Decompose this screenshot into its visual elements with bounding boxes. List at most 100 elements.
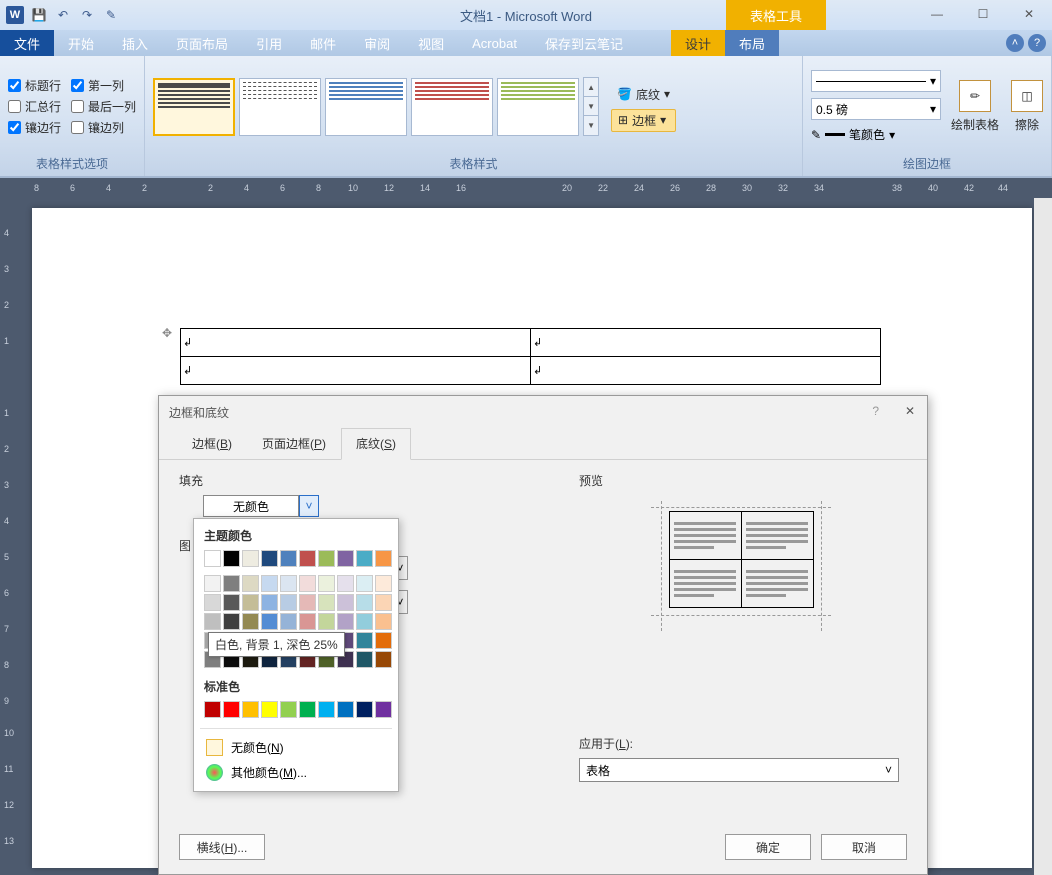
tab-references[interactable]: 引用	[242, 30, 296, 56]
chevron-down-icon[interactable]: ˅	[299, 495, 319, 517]
color-swatch[interactable]	[204, 594, 221, 611]
color-swatch[interactable]	[261, 594, 278, 611]
tab-table-layout[interactable]: 布局	[725, 30, 779, 56]
color-swatch[interactable]	[223, 550, 240, 567]
dlg-tab-borders[interactable]: 边框(B)	[177, 428, 247, 459]
color-swatch[interactable]	[223, 594, 240, 611]
cb-banded-row[interactable]: 镶边行	[8, 119, 61, 136]
horizontal-line-button[interactable]: 横线(H)...	[179, 834, 265, 860]
apply-combo[interactable]: 表格˅	[579, 758, 899, 782]
color-swatch[interactable]	[299, 701, 316, 718]
color-swatch[interactable]	[223, 575, 240, 592]
color-swatch[interactable]	[204, 550, 221, 567]
cancel-button[interactable]: 取消	[821, 834, 907, 860]
color-swatch[interactable]	[375, 613, 392, 630]
tab-home[interactable]: 开始	[54, 30, 108, 56]
table-style-thumb[interactable]	[153, 78, 235, 136]
dlg-tab-shading[interactable]: 底纹(S)	[341, 428, 411, 460]
more-colors-item[interactable]: 其他颜色(M)...	[200, 760, 392, 785]
cb-banded-col[interactable]: 镶边列	[71, 119, 136, 136]
tab-review[interactable]: 审阅	[350, 30, 404, 56]
color-swatch[interactable]	[261, 701, 278, 718]
color-swatch[interactable]	[318, 550, 335, 567]
color-swatch[interactable]	[318, 613, 335, 630]
gallery-up-icon[interactable]: ▲	[584, 78, 598, 97]
minimize-ribbon-icon[interactable]: ˄	[1006, 34, 1024, 52]
dlg-tab-page-border[interactable]: 页面边框(P)	[247, 428, 341, 459]
document-table[interactable]: ↲↲ ↲↲	[180, 328, 881, 385]
borders-button[interactable]: ⊞ 边框 ▾	[611, 109, 676, 132]
no-color-item[interactable]: 无颜色(N)	[200, 735, 392, 760]
color-swatch[interactable]	[337, 613, 354, 630]
help-icon[interactable]: ?	[1028, 34, 1046, 52]
color-swatch[interactable]	[280, 701, 297, 718]
color-swatch[interactable]	[280, 550, 297, 567]
minimize-button[interactable]: —	[914, 0, 960, 28]
color-swatch[interactable]	[375, 632, 392, 649]
color-swatch[interactable]	[375, 550, 392, 567]
tab-acrobat[interactable]: Acrobat	[458, 30, 531, 56]
color-swatch[interactable]	[280, 575, 297, 592]
color-swatch[interactable]	[223, 701, 240, 718]
color-swatch[interactable]	[375, 594, 392, 611]
ok-button[interactable]: 确定	[725, 834, 811, 860]
table-style-thumb[interactable]	[325, 78, 407, 136]
redo-icon[interactable]: ↷	[76, 4, 98, 26]
color-swatch[interactable]	[375, 575, 392, 592]
close-button[interactable]: ✕	[1006, 0, 1052, 28]
color-swatch[interactable]	[356, 701, 373, 718]
tab-cloud[interactable]: 保存到云笔记	[531, 30, 637, 56]
ruler-vertical[interactable]: 4321 1234 5678 9101112 13	[0, 198, 22, 875]
color-swatch[interactable]	[375, 651, 392, 668]
color-swatch[interactable]	[261, 575, 278, 592]
shading-button[interactable]: 🪣 底纹 ▾	[611, 84, 676, 105]
color-swatch[interactable]	[337, 701, 354, 718]
tab-view[interactable]: 视图	[404, 30, 458, 56]
scrollbar-vertical[interactable]	[1034, 198, 1052, 875]
line-style-combo[interactable]: ▾	[811, 70, 941, 92]
color-swatch[interactable]	[356, 613, 373, 630]
table-style-thumb[interactable]	[497, 78, 579, 136]
color-swatch[interactable]	[223, 613, 240, 630]
color-swatch[interactable]	[337, 550, 354, 567]
color-swatch[interactable]	[356, 550, 373, 567]
maximize-button[interactable]: ☐	[960, 0, 1006, 28]
gallery-down-icon[interactable]: ▼	[584, 97, 598, 116]
cb-header-row[interactable]: 标题行	[8, 77, 61, 94]
gallery-scroll[interactable]: ▲ ▼ ▼	[583, 77, 599, 136]
color-swatch[interactable]	[318, 575, 335, 592]
color-swatch[interactable]	[337, 575, 354, 592]
cb-total-row[interactable]: 汇总行	[8, 98, 61, 115]
color-swatch[interactable]	[337, 594, 354, 611]
tab-page-layout[interactable]: 页面布局	[162, 30, 242, 56]
tab-insert[interactable]: 插入	[108, 30, 162, 56]
eraser-button[interactable]: ◫ 擦除	[1011, 80, 1043, 133]
color-swatch[interactable]	[204, 575, 221, 592]
tab-file[interactable]: 文件	[0, 30, 54, 56]
brush-icon[interactable]: ✎	[100, 4, 122, 26]
gallery-more-icon[interactable]: ▼	[584, 116, 598, 135]
draw-table-button[interactable]: ✏ 绘制表格	[951, 80, 999, 133]
color-swatch[interactable]	[356, 575, 373, 592]
color-swatch[interactable]	[375, 701, 392, 718]
cb-first-col[interactable]: 第一列	[71, 77, 136, 94]
color-swatch[interactable]	[299, 594, 316, 611]
color-swatch[interactable]	[280, 613, 297, 630]
color-swatch[interactable]	[318, 594, 335, 611]
dialog-close-icon[interactable]: ✕	[905, 404, 915, 418]
color-swatch[interactable]	[242, 550, 259, 567]
color-swatch[interactable]	[242, 575, 259, 592]
table-move-handle-icon[interactable]: ✥	[162, 326, 172, 340]
color-swatch[interactable]	[261, 613, 278, 630]
color-swatch[interactable]	[280, 594, 297, 611]
table-style-thumb[interactable]	[411, 78, 493, 136]
color-swatch[interactable]	[242, 613, 259, 630]
undo-icon[interactable]: ↶	[52, 4, 74, 26]
color-swatch[interactable]	[204, 613, 221, 630]
pen-color-button[interactable]: ✎ 笔颜色 ▾	[811, 126, 941, 143]
tab-mail[interactable]: 邮件	[296, 30, 350, 56]
line-weight-combo[interactable]: 0.5 磅▾	[811, 98, 941, 120]
color-swatch[interactable]	[242, 701, 259, 718]
cb-last-col[interactable]: 最后一列	[71, 98, 136, 115]
table-style-thumb[interactable]	[239, 78, 321, 136]
